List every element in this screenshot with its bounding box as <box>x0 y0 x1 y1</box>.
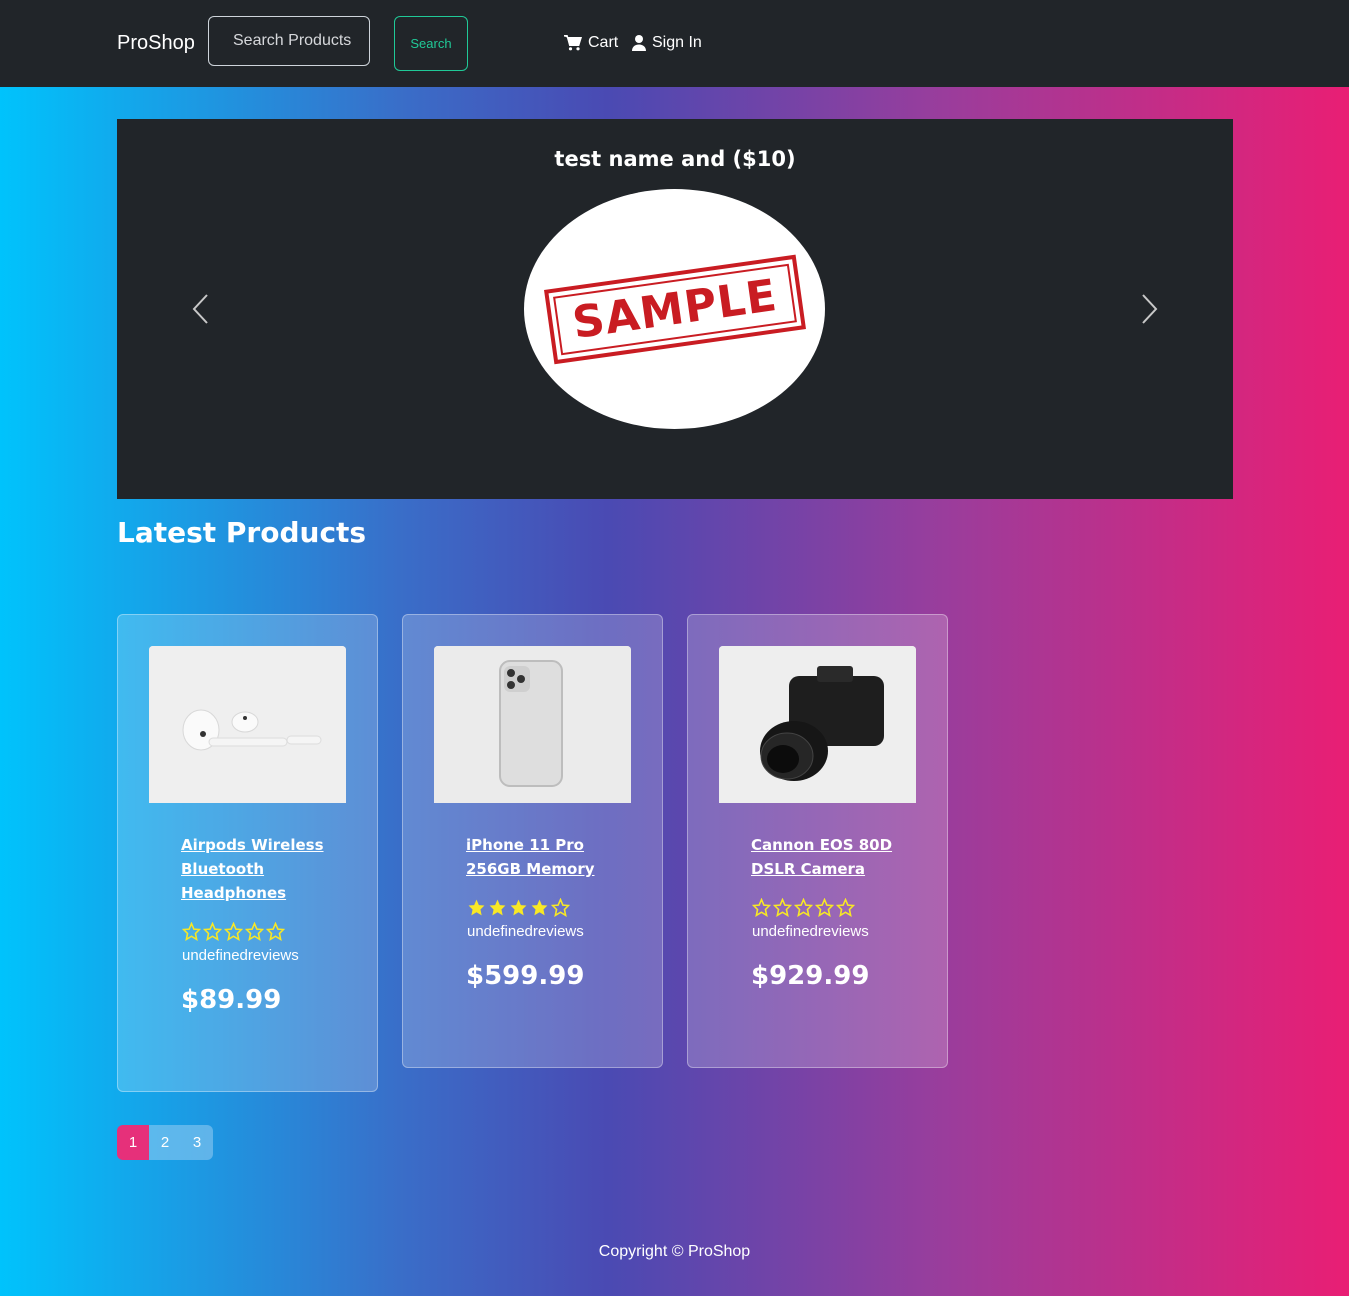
cart-label: Cart <box>588 34 619 51</box>
review-count: undefinedreviews <box>752 923 869 940</box>
search-input[interactable] <box>208 16 370 66</box>
shopping-cart-icon <box>564 35 582 51</box>
star-empty-icon <box>836 898 855 917</box>
pagination: 1 2 3 <box>117 1125 213 1160</box>
footer-copyright: Copyright © ProShop <box>598 1243 751 1260</box>
product-card: Cannon EOS 80D DSLR Camera undefinedrevi… <box>687 614 948 1068</box>
product-price: $599.99 <box>466 961 585 991</box>
star-empty-icon <box>551 898 570 917</box>
product-image-airpods[interactable] <box>149 646 346 803</box>
airpods-image <box>149 646 346 803</box>
user-icon <box>632 35 646 51</box>
star-rating <box>752 898 855 917</box>
sample-stamp: SAMPLE <box>543 254 806 364</box>
product-price: $89.99 <box>181 985 282 1015</box>
page-link-1[interactable]: 1 <box>117 1125 149 1160</box>
star-empty-icon <box>245 922 264 941</box>
sign-in-link[interactable]: Sign In <box>632 34 702 52</box>
sample-stamp-text: SAMPLE <box>552 263 797 355</box>
product-title-link[interactable]: Airpods Wireless Bluetooth Headphones <box>181 833 331 905</box>
cart-link[interactable]: Cart <box>564 34 618 52</box>
star-rating <box>467 898 570 917</box>
star-empty-icon <box>266 922 285 941</box>
product-title-link[interactable]: Cannon EOS 80D DSLR Camera <box>751 833 901 881</box>
product-card: Airpods Wireless Bluetooth Headphones un… <box>117 614 378 1092</box>
page-link-3[interactable]: 3 <box>181 1125 213 1160</box>
page-title: Latest Products <box>117 516 367 549</box>
star-empty-icon <box>794 898 813 917</box>
carousel-caption[interactable]: test name and ($10) <box>117 147 1233 171</box>
product-carousel: test name and ($10) SAMPLE <box>117 119 1233 499</box>
review-count: undefinedreviews <box>467 923 584 940</box>
iphone-image <box>434 646 631 803</box>
page-link-2[interactable]: 2 <box>149 1125 181 1160</box>
product-card: iPhone 11 Pro 256GB Memory undefinedrevi… <box>402 614 663 1068</box>
product-title-link[interactable]: iPhone 11 Pro 256GB Memory <box>466 833 616 881</box>
star-empty-icon <box>224 922 243 941</box>
chevron-left-icon[interactable] <box>189 291 213 327</box>
search-button[interactable]: Search <box>394 16 468 71</box>
star-empty-icon <box>182 922 201 941</box>
star-empty-icon <box>815 898 834 917</box>
star-full-icon <box>531 899 548 916</box>
star-empty-icon <box>752 898 771 917</box>
navbar: ProShop Search Cart Sign In <box>0 0 1349 87</box>
review-count: undefinedreviews <box>182 947 299 964</box>
star-full-icon <box>468 899 485 916</box>
brand-logo[interactable]: ProShop <box>117 32 195 55</box>
product-image-iphone[interactable] <box>434 646 631 803</box>
star-full-icon <box>489 899 506 916</box>
star-empty-icon <box>203 922 222 941</box>
star-full-icon <box>510 899 527 916</box>
sign-in-label: Sign In <box>652 34 702 51</box>
product-price: $929.99 <box>751 961 870 991</box>
chevron-right-icon[interactable] <box>1137 291 1161 327</box>
camera-image <box>719 646 916 803</box>
product-image-camera[interactable] <box>719 646 916 803</box>
star-empty-icon <box>773 898 792 917</box>
carousel-image[interactable]: SAMPLE <box>524 189 825 429</box>
star-rating <box>182 922 285 941</box>
